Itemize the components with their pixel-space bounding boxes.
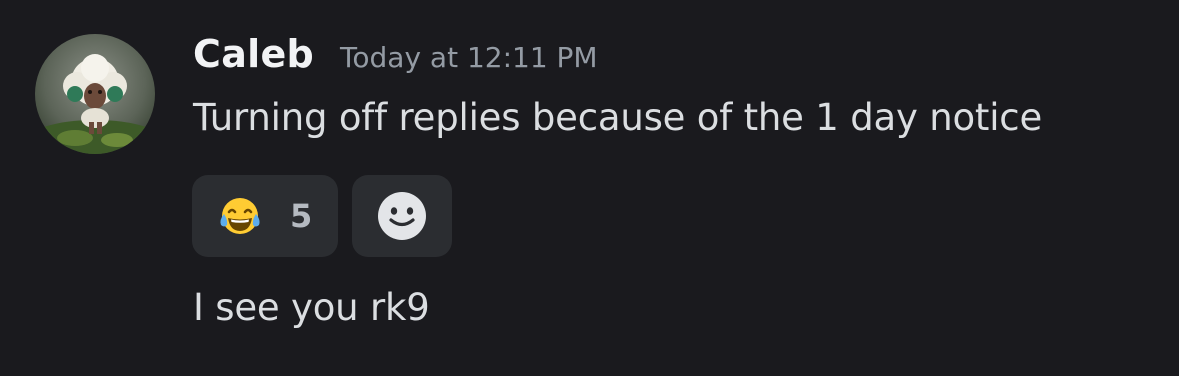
message-header: Caleb Today at 12:11 PM <box>193 32 598 76</box>
message-content: Turning off replies because of the 1 day… <box>193 96 1043 139</box>
timestamp: Today at 12:11 PM <box>340 41 598 74</box>
avatar-image <box>35 34 155 154</box>
reactions-bar: 5 <box>192 175 452 257</box>
followup-message-content: I see you rk9 <box>193 286 430 329</box>
face-with-tears-of-joy-icon <box>220 198 260 234</box>
chat-message: Caleb Today at 12:11 PM Turning off repl… <box>0 0 1179 376</box>
username[interactable]: Caleb <box>193 32 314 76</box>
smiley-add-reaction-icon <box>378 192 426 240</box>
user-avatar[interactable] <box>35 34 155 154</box>
add-reaction-button[interactable] <box>352 175 452 257</box>
reaction-laughing[interactable]: 5 <box>192 175 338 257</box>
reaction-count: 5 <box>290 197 313 235</box>
